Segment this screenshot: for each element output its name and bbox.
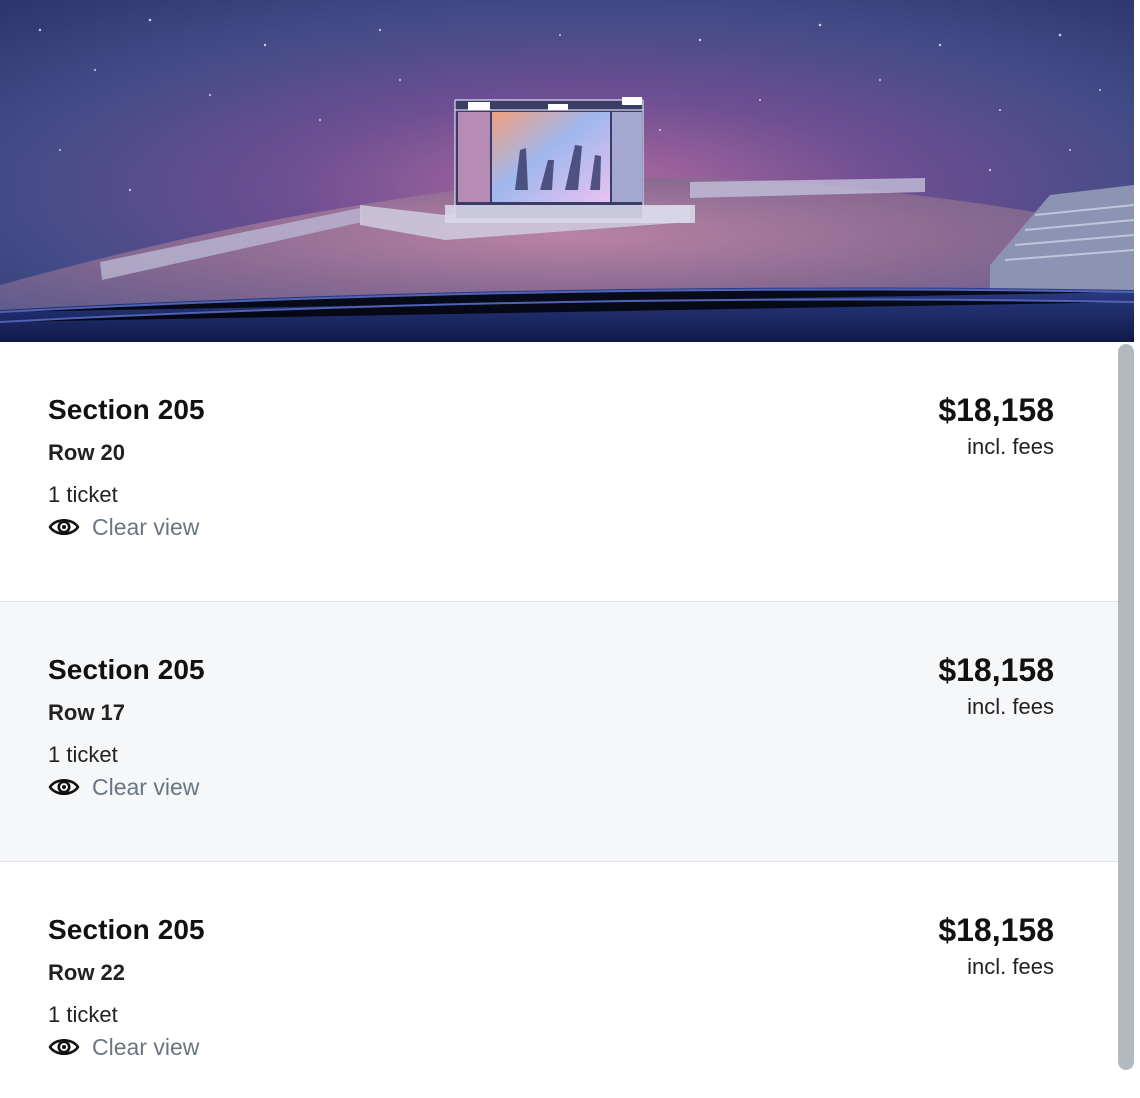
ticket-quantity: 1 ticket (48, 1002, 118, 1027)
price: $18,158 (938, 912, 1054, 948)
feature-label: Clear view (92, 1034, 200, 1060)
scrollbar-thumb[interactable] (1118, 344, 1134, 1070)
price-note: incl. fees (967, 694, 1054, 719)
row-label: Row 22 (48, 960, 126, 985)
listing-item[interactable]: Section 205 Row 17 1 ticket Clear view $… (0, 602, 1118, 862)
section-label: Section 205 (48, 394, 205, 425)
feature-label: Clear view (92, 514, 200, 540)
ticket-quantity: 1 ticket (48, 742, 118, 767)
venue-view-image (0, 0, 1134, 342)
feature-clear-view: Clear view (48, 512, 199, 542)
listing-item[interactable]: Section 205 Row 20 1 ticket Clear view $… (0, 342, 1118, 602)
section-label: Section 205 (48, 914, 205, 945)
price-note: incl. fees (967, 434, 1054, 459)
feature-clear-view: Clear view (48, 1032, 199, 1062)
price-note: incl. fees (967, 954, 1054, 979)
feature-label: Clear view (92, 774, 200, 800)
row-label: Row 20 (48, 440, 126, 465)
ticket-listings: Section 205 Row 20 1 ticket Clear view $… (0, 342, 1118, 1098)
row-label: Row 17 (48, 700, 126, 725)
price: $18,158 (938, 392, 1054, 428)
price: $18,158 (938, 652, 1054, 688)
listing-item[interactable]: Section 205 Row 22 1 ticket Clear view $… (0, 862, 1118, 1098)
eye-icon (48, 772, 80, 802)
eye-icon (48, 512, 80, 542)
ticket-listing-panel: Section 205 Row 20 1 ticket Clear view $… (0, 0, 1140, 1098)
eye-icon (48, 1032, 80, 1062)
feature-clear-view: Clear view (48, 772, 199, 802)
ticket-quantity: 1 ticket (48, 482, 118, 507)
section-label: Section 205 (48, 654, 205, 685)
